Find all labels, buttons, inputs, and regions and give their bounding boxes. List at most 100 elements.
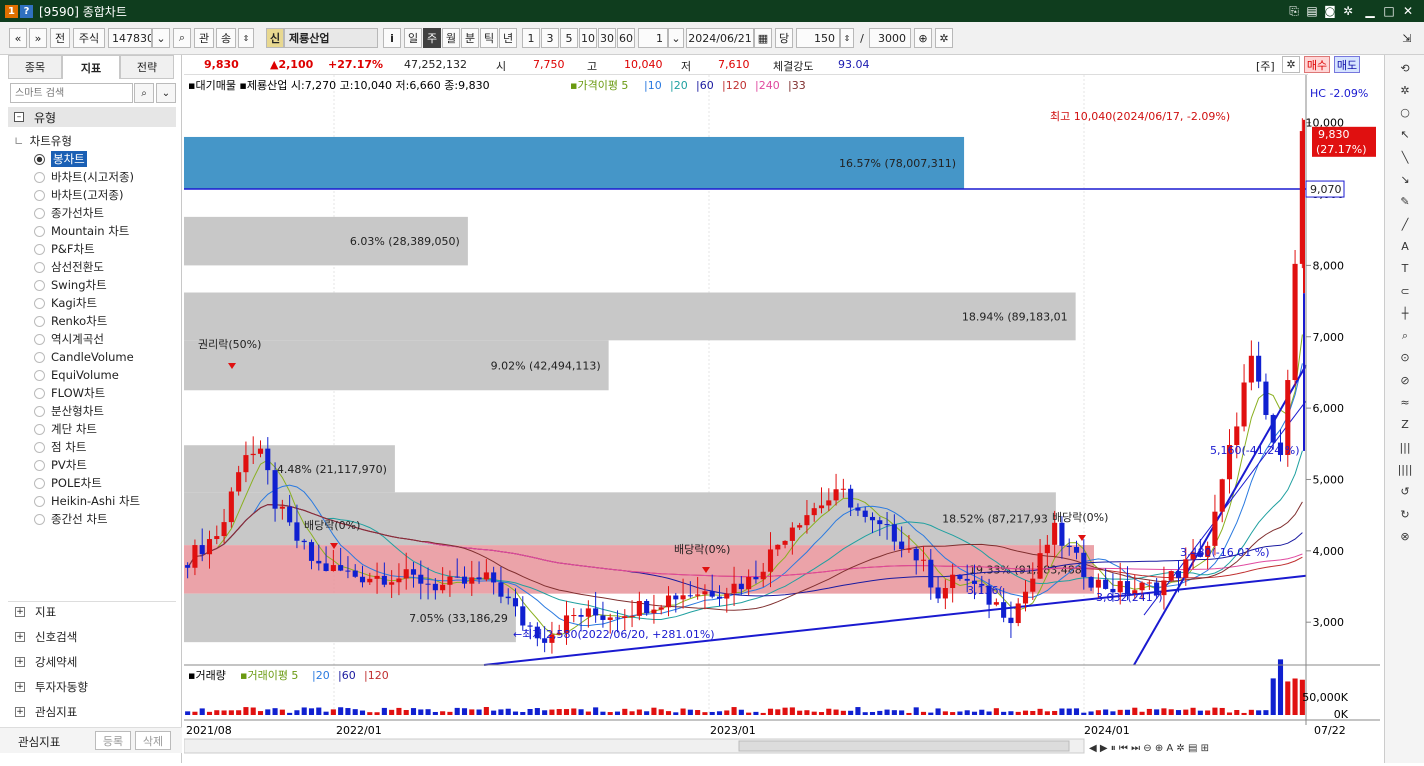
gear-icon[interactable]: ✲ [1340,3,1356,19]
close-icon[interactable]: ✕ [1400,3,1416,19]
ray-icon[interactable]: ↘ [1393,171,1417,189]
order-button[interactable]: 송 [216,28,236,48]
camera-icon[interactable]: ◙ [1322,3,1338,19]
bars-icon[interactable]: ||| [1393,438,1417,456]
radio-icon[interactable] [34,189,45,201]
line-tool-icon[interactable]: ╲ [1393,148,1417,166]
chart-type-item[interactable]: 계단 차트 [34,421,97,437]
tab-strategy[interactable]: 전략 [120,55,174,79]
wave-icon[interactable]: ≈ [1393,394,1417,412]
total-input[interactable]: 3000 [869,28,911,48]
period-month[interactable]: 월 [442,28,460,48]
radio-icon[interactable] [34,441,45,453]
interval-1[interactable]: 1 [522,28,540,48]
minimize-icon[interactable]: ▁ [1362,3,1378,19]
chart-type-item[interactable]: 바차트(시고저종) [34,169,134,185]
next-stock-button[interactable]: » [29,28,47,48]
chart-type-item[interactable]: Renko차트 [34,313,107,329]
chart-type-item[interactable]: POLE차트 [34,475,102,491]
chart-type-item[interactable]: 역시계곡선 [34,331,104,347]
chart-type-item[interactable]: Swing차트 [34,277,107,293]
interval-60[interactable]: 60 [617,28,635,48]
chart-type-item[interactable]: 종가선차트 [34,205,104,221]
scrollbar-thumb[interactable] [738,740,1070,752]
zoom2-icon[interactable]: ⊙ [1393,349,1417,367]
refresh-icon[interactable]: ⟲ [1393,59,1417,77]
expand-icon[interactable]: ⌄ [156,83,176,103]
chart-canvas[interactable]: 16.57% (78,007,311) 18.94% (89,183,01 6.03… [183,75,1380,763]
interest-button[interactable]: 관 [194,28,214,48]
section-item[interactable]: + 강세약세 [15,652,77,672]
chart-type-item[interactable]: CandleVolume [34,349,134,365]
zoom-icon[interactable]: ⌕ [1393,327,1417,345]
chart-type-item[interactable]: Kagi차트 [34,295,97,311]
pin-icon[interactable]: ⇲ [1398,28,1416,48]
interval-5[interactable]: 5 [560,28,578,48]
chart-type-item[interactable]: 분산형차트 [34,403,104,419]
info-button[interactable]: i [383,28,401,48]
section-item[interactable]: + 투자자동향 [15,677,88,697]
diagonal-icon[interactable]: ╱ [1393,215,1417,233]
count-input[interactable]: 150 [796,28,840,48]
radio-icon[interactable] [34,477,45,489]
interval-3[interactable]: 3 [541,28,559,48]
calendar-icon[interactable]: ▦ [754,28,772,48]
price-chart[interactable]: 16.57% (78,007,311) 18.94% (89,183,01 6.03… [183,75,1380,763]
link-icon[interactable]: ⎘ [1286,3,1302,19]
chart-type-item[interactable]: Mountain 차트 [34,223,129,239]
clear-icon[interactable]: ⊗ [1393,527,1417,545]
period-minute[interactable]: 분 [461,28,479,48]
period-week[interactable]: 주 [423,28,441,48]
gear-icon[interactable]: ✲ [1393,81,1417,99]
radio-icon[interactable] [34,459,45,471]
spin-icon[interactable]: ⇕ [238,28,254,48]
circle-icon[interactable]: ○ [1393,104,1417,122]
period-year[interactable]: 년 [499,28,517,48]
date-input[interactable]: 2024/06/21 [686,28,754,48]
tab-indicator[interactable]: 지표 [62,55,120,79]
radio-icon[interactable] [34,207,45,219]
auto-icon[interactable]: A [1393,237,1417,255]
gear-icon[interactable]: ✲ [1282,56,1300,73]
tree-group[interactable]: – 유형 [8,107,176,127]
code-dropdown-button[interactable]: ⌄ [152,28,170,48]
search-icon[interactable]: ⌕ [173,28,191,48]
section-item[interactable]: + 신호검색 [15,627,77,647]
chart-type-item[interactable]: FLOW차트 [34,385,105,401]
chart-type-item[interactable]: 점 차트 [34,439,86,455]
radio-icon[interactable] [34,153,45,165]
period-day[interactable]: 일 [404,28,422,48]
search-icon[interactable]: ⌕ [134,83,154,103]
fav-delete-button[interactable]: 삭제 [135,731,171,750]
candle-icon[interactable]: ┼ [1393,304,1417,322]
buy-button[interactable]: 매수 [1304,56,1330,73]
zoom-in-icon[interactable]: ⊕ [914,28,932,48]
count-spin[interactable]: ⇕ [840,28,854,48]
radio-icon[interactable] [34,513,45,525]
fib-icon[interactable]: ⊘ [1393,371,1417,389]
text-icon[interactable]: T [1393,260,1417,278]
z-icon[interactable]: Z [1393,416,1417,434]
radio-icon[interactable] [34,369,45,381]
chart-type-item[interactable]: 종간선 차트 [34,511,108,527]
chart-type-item[interactable]: 봉차트 [34,151,87,167]
radio-icon[interactable] [34,297,45,309]
radio-icon[interactable] [34,225,45,237]
tab-stock[interactable]: 종목 [8,55,62,79]
period-tick[interactable]: 틱 [480,28,498,48]
chart-type-item[interactable]: P&F차트 [34,241,95,257]
radio-icon[interactable] [34,315,45,327]
type-select[interactable]: 주식 [73,28,105,48]
memo-icon[interactable]: ▤ [1304,3,1320,19]
market-select[interactable]: 전 [50,28,70,48]
interval-dropdown[interactable]: ⌄ [668,28,684,48]
radio-icon[interactable] [34,351,45,363]
smart-search-input[interactable] [10,83,133,103]
radio-icon[interactable] [34,387,45,399]
radio-icon[interactable] [34,279,45,291]
chart-type-item[interactable]: EquiVolume [34,367,119,383]
section-item[interactable]: + 관심지표 [15,702,77,722]
radio-icon[interactable] [34,423,45,435]
interval-input[interactable]: 1 [638,28,668,48]
radio-icon[interactable] [34,333,45,345]
